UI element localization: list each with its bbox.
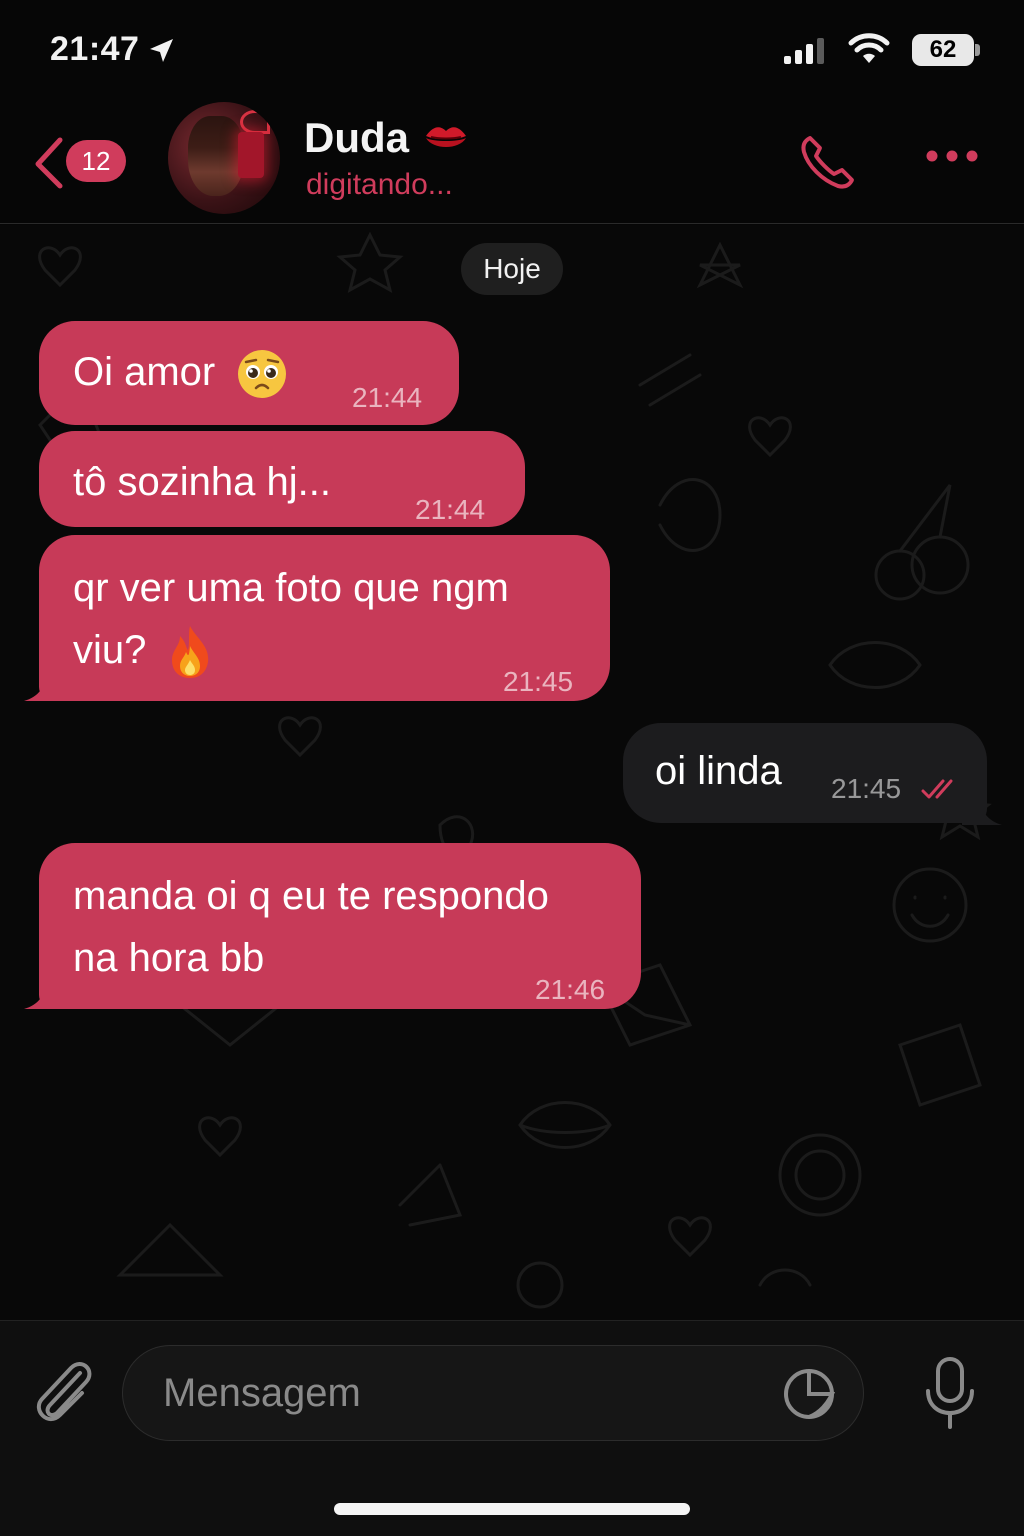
double-check-read-icon [921,779,953,799]
more-options-icon[interactable] [920,136,984,176]
kiss-mark-icon [426,127,466,147]
message-time: 21:45 [503,666,574,697]
message-bubble-incoming[interactable]: Oi amor 21:44 [39,321,459,425]
message-text: oi linda [655,749,782,793]
wifi-icon [848,33,890,63]
message-text: manda oi q eu te respondo na hora bb [73,865,607,989]
battery-cap [975,44,980,56]
status-time: 21:47 [50,30,140,68]
chat-header: 12 Duda digitando... [0,100,1024,224]
avatar-phone [238,132,264,178]
contact-name: Duda [304,114,409,161]
fire-emoji-icon [171,626,208,679]
message-time: 21:45 [831,773,902,804]
message-composer [0,1320,1024,1536]
avatar-figure [188,116,244,196]
battery-icon: 62 [912,34,980,66]
pleading-face-emoji-icon [238,350,287,399]
bubble-tail [24,671,64,701]
sticker-icon[interactable] [782,1367,836,1421]
typing-status: digitando... [306,168,453,201]
avatar[interactable] [168,102,280,214]
microphone-icon[interactable] [920,1355,980,1431]
message-text-content: Oi amor [73,350,216,394]
unread-badge: 12 [66,140,126,182]
home-indicator[interactable] [334,1503,690,1515]
location-arrow-icon [150,39,173,62]
chevron-left-icon [35,137,63,189]
message-bubble-incoming[interactable]: qr ver uma foto que ngm viu? 21:45 [39,535,610,701]
message-time: 21:44 [352,382,423,413]
message-text-line: manda oi q eu te respondo [73,874,549,918]
chat-area[interactable]: Hoje Oi amor 21:44 tô sozinha hj... 21:4… [0,225,1024,1320]
status-bar: 21:47 62 [0,0,1024,100]
message-text-line: qr ver uma foto que ngm [73,566,509,610]
message-text: qr ver uma foto que ngm viu? [73,557,576,681]
avatar-neon-sign [240,110,270,134]
message-bubble-incoming[interactable]: tô sozinha hj... 21:44 [39,431,525,527]
message-text-line: viu? [73,628,147,672]
phone-icon[interactable] [796,130,860,194]
message-text-line: na hora bb [73,936,265,980]
chat-screen: 21:47 62 12 Duda digitando... Hoje Oi am… [0,0,1024,1536]
battery-level: 62 [929,36,957,63]
date-separator: Hoje [461,243,563,295]
message-input[interactable] [122,1345,864,1441]
message-time: 21:46 [535,974,606,1005]
cellular-signal-icon [784,38,824,64]
message-bubble-outgoing[interactable]: oi linda 21:45 [623,723,987,823]
paperclip-icon[interactable] [30,1357,96,1427]
message-bubble-incoming[interactable]: manda oi q eu te respondo na hora bb 21:… [39,843,641,1009]
contact-title[interactable]: Duda [304,114,469,162]
back-button[interactable]: 12 [24,128,134,198]
bubble-tail [962,795,1002,825]
bubble-tail [24,979,64,1009]
message-time: 21:44 [415,494,486,525]
